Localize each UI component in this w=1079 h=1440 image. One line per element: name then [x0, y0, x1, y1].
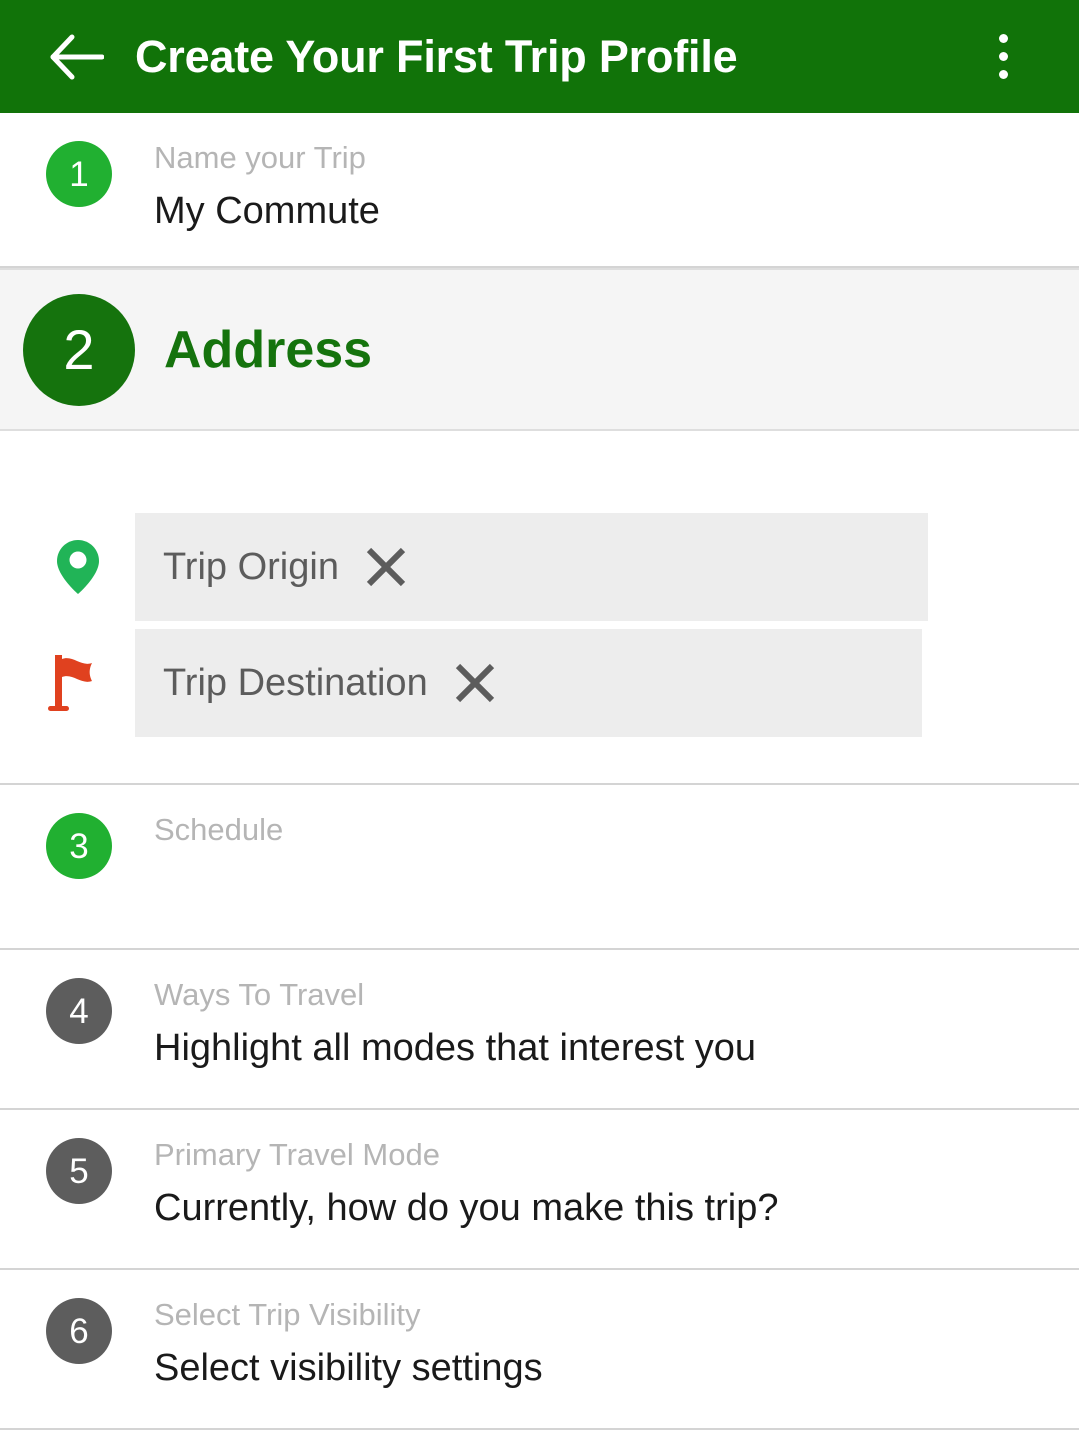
step-number-badge: 3: [46, 813, 112, 879]
step-text-group: Select Trip Visibility Select visibility…: [154, 1298, 543, 1390]
step-number-badge: 1: [46, 141, 112, 207]
step-row-schedule[interactable]: 3 Schedule: [0, 785, 1079, 950]
flag-icon: [30, 651, 110, 715]
step-row-primary-travel-mode[interactable]: 5 Primary Travel Mode Currently, how do …: [0, 1110, 1079, 1270]
step-label: Select Trip Visibility: [154, 1298, 543, 1331]
step-label: Address: [164, 320, 372, 380]
page-title: Create Your First Trip Profile: [135, 31, 975, 83]
step-label: Primary Travel Mode: [154, 1138, 778, 1171]
app-bar: Create Your First Trip Profile: [0, 0, 1079, 113]
step-value: Highlight all modes that interest you: [154, 1028, 756, 1070]
overflow-menu-button[interactable]: [975, 21, 1031, 93]
back-button[interactable]: [46, 27, 106, 87]
step-row-name-your-trip[interactable]: 1 Name your Trip My Commute: [0, 113, 1079, 268]
step-text-group: Schedule: [154, 813, 283, 863]
step-number-badge: 5: [46, 1138, 112, 1204]
step-label: Schedule: [154, 813, 283, 846]
trip-origin-input[interactable]: Trip Origin: [135, 513, 928, 621]
step-text-group: Primary Travel Mode Currently, how do yo…: [154, 1138, 778, 1230]
overflow-menu-icon: [999, 34, 1008, 43]
step-number-badge: 2: [23, 294, 135, 406]
step-number-badge: 6: [46, 1298, 112, 1364]
trip-origin-placeholder: Trip Origin: [163, 546, 339, 589]
map-pin-icon: [38, 538, 118, 596]
overflow-menu-icon: [999, 52, 1008, 61]
step-row-select-trip-visibility[interactable]: 6 Select Trip Visibility Select visibili…: [0, 1270, 1079, 1430]
trip-destination-input[interactable]: Trip Destination: [135, 629, 922, 737]
step-value: Select visibility settings: [154, 1348, 543, 1390]
trip-origin-clear-button[interactable]: [359, 540, 413, 594]
step-text-group: Name your Trip My Commute: [154, 141, 380, 233]
overflow-menu-icon: [999, 70, 1008, 79]
step-text-group: Ways To Travel Highlight all modes that …: [154, 978, 756, 1070]
close-x-icon: [452, 660, 498, 706]
step-value: Currently, how do you make this trip?: [154, 1188, 778, 1230]
trip-origin-field-row: Trip Origin: [0, 513, 1079, 621]
trip-destination-placeholder: Trip Destination: [163, 662, 428, 705]
back-arrow-icon: [48, 34, 104, 80]
trip-destination-clear-button[interactable]: [448, 656, 502, 710]
step-number-badge: 4: [46, 978, 112, 1044]
close-x-icon: [363, 544, 409, 590]
step-value: My Commute: [154, 191, 380, 233]
step-label: Name your Trip: [154, 141, 380, 174]
step-label: Ways To Travel: [154, 978, 756, 1011]
trip-destination-field-row: Trip Destination: [0, 629, 1079, 737]
step-row-address-active[interactable]: 2 Address: [0, 268, 1079, 431]
address-panel: Trip Origin Trip Destination: [0, 431, 1079, 785]
step-row-ways-to-travel[interactable]: 4 Ways To Travel Highlight all modes tha…: [0, 950, 1079, 1110]
